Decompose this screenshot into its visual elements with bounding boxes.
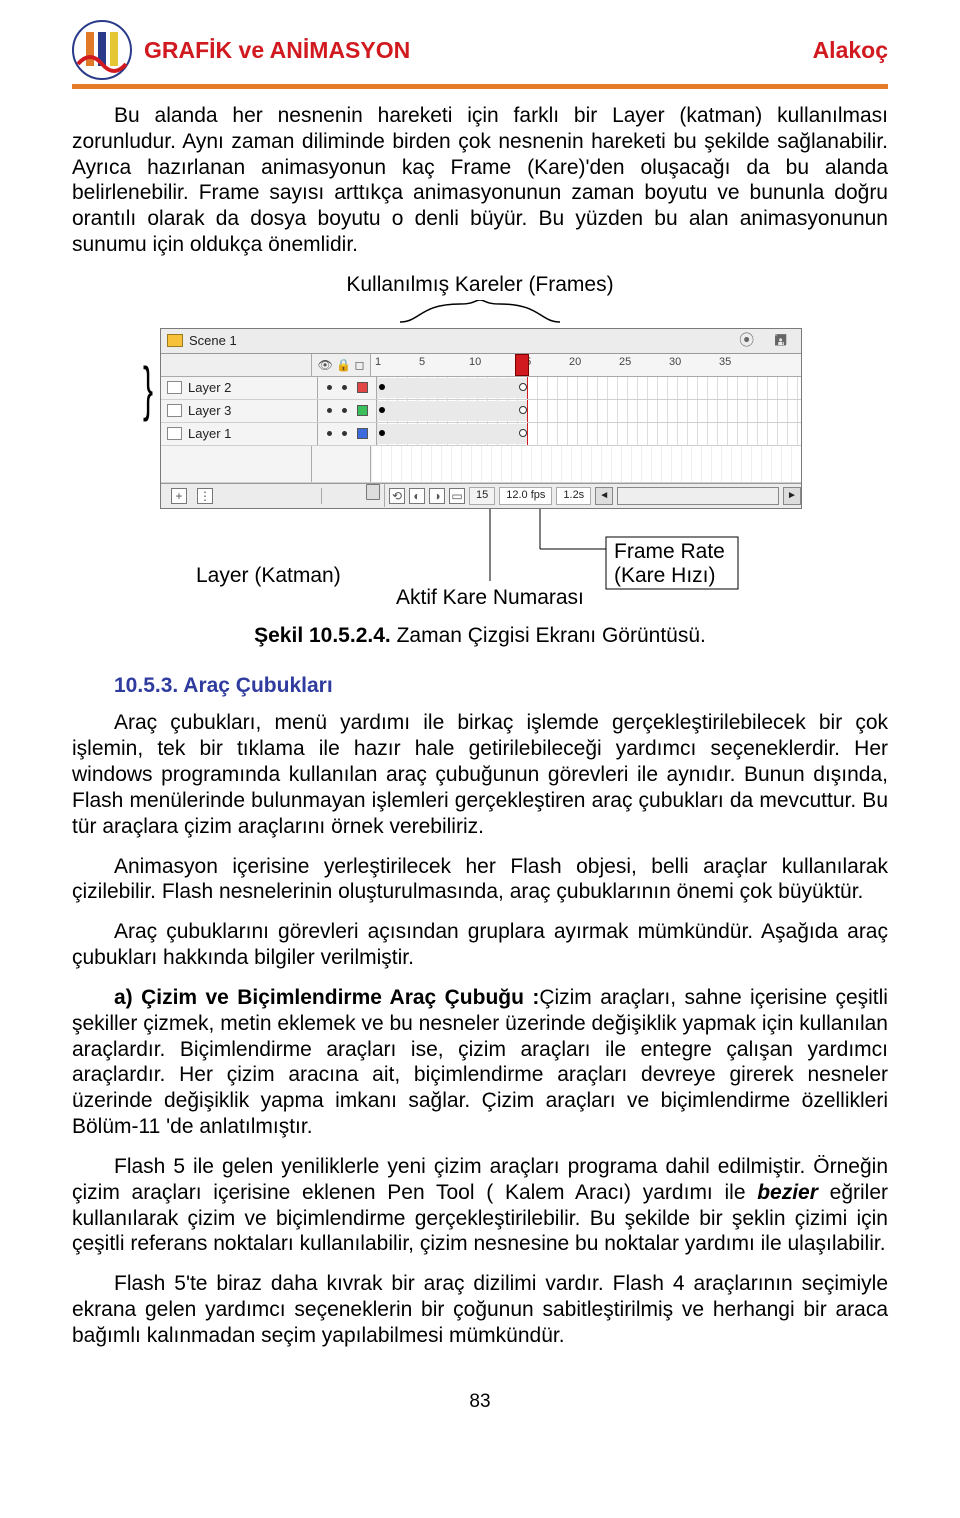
playhead[interactable]	[515, 354, 529, 376]
figure-caption: Şekil 10.5.2.4. Zaman Çizgisi Ekranı Gör…	[72, 623, 888, 649]
layer-icon	[167, 381, 182, 394]
brace-top-icon	[160, 300, 800, 324]
document-header: GRAFİK ve ANİMASYON Alakoç	[72, 20, 888, 80]
layer-name: Layer 3	[188, 403, 231, 419]
page-number: 83	[72, 1363, 888, 1413]
timeline-head-symbols-icon: ⦿ 🖪	[739, 332, 795, 350]
fps-display: 12.0 fps	[499, 487, 552, 505]
university-logo-icon	[72, 20, 132, 80]
scrollbar[interactable]	[617, 487, 779, 505]
onion-skin-icon[interactable]: ◐	[409, 488, 425, 504]
paragraph-7: Flash 5 ile gelen yeniliklerle yeni çizi…	[72, 1154, 888, 1257]
scene-icon	[167, 334, 183, 347]
current-frame-display: 15	[469, 487, 495, 505]
layer-color-swatch	[357, 428, 368, 439]
paragraph-5: Araç çubuklarını görevleri açısından gru…	[72, 919, 888, 971]
timeline-panel: Scene 1 ⦿ 🖪 👁 🔒 ◻ 1 5 10 15 20 25 30 35	[160, 328, 802, 509]
paragraph-6: a) Çizim ve Biçimlendirme Araç Çubuğu :Ç…	[72, 985, 888, 1140]
annotation-lines-icon	[160, 509, 800, 619]
layer-icon	[167, 427, 182, 440]
onion-skin-outline-icon[interactable]: ◑	[429, 488, 445, 504]
layer-name: Layer 2	[188, 380, 231, 396]
header-title-left: GRAFİK ve ANİMASYON	[144, 37, 410, 64]
trash-icon[interactable]	[366, 484, 380, 500]
header-title-right: Alakoç	[813, 37, 888, 64]
paragraph-1: Bu alanda her nesnenin hareketi için far…	[72, 103, 888, 258]
layer-column-icons: 👁 🔒 ◻	[312, 354, 371, 376]
paragraph-3: Araç çubukları, menü yardımı ile birkaç …	[72, 710, 888, 839]
scroll-right-icon[interactable]: ►	[783, 487, 801, 505]
paragraph-8: Flash 5'te biraz daha kıvrak bir araç di…	[72, 1271, 888, 1348]
layer-color-swatch	[357, 382, 368, 393]
paragraph-4: Animasyon içerisine yerleştirilecek her …	[72, 854, 888, 906]
layer-color-swatch	[357, 405, 368, 416]
header-rule	[72, 84, 888, 89]
center-frame-icon[interactable]: ⟲	[389, 488, 405, 504]
layer-row[interactable]: Layer 1	[161, 423, 801, 446]
layer-icon	[167, 404, 182, 417]
scroll-left-icon[interactable]: ◄	[595, 487, 613, 505]
frame-ruler[interactable]: 1 5 10 15 20 25 30 35	[371, 354, 801, 376]
elapsed-time-display: 1.2s	[556, 487, 591, 505]
layer-name: Layer 1	[188, 426, 231, 442]
scene-name: Scene 1	[189, 333, 237, 349]
edit-multiple-frames-icon[interactable]: ▭	[449, 488, 465, 504]
layer-row[interactable]: Layer 2	[161, 377, 801, 400]
layer-row[interactable]: Layer 3	[161, 400, 801, 423]
brace-left-icon: }	[143, 374, 153, 404]
add-layer-icon[interactable]: +	[171, 488, 187, 504]
add-guide-layer-icon[interactable]: ⋮	[197, 488, 213, 504]
figure-top-label: Kullanılmış Kareler (Frames)	[72, 272, 888, 298]
section-heading: 10.5.3. Araç Çubukları	[114, 673, 888, 699]
